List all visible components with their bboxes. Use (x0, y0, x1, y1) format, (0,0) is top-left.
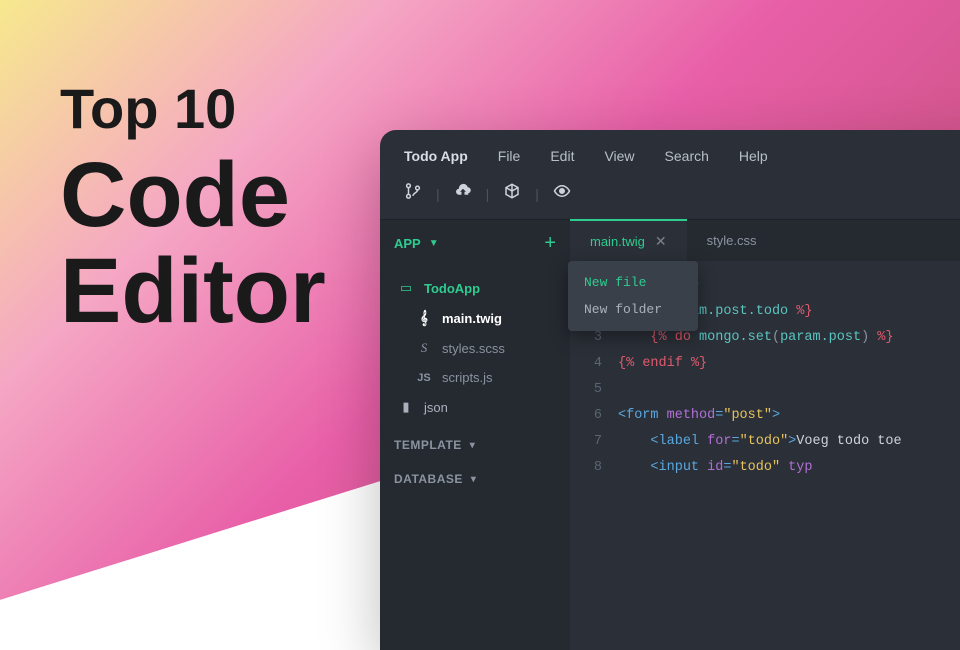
context-menu-item-new-file[interactable]: New file (568, 269, 698, 296)
tab-main-twig[interactable]: main.twig ✕ (570, 219, 687, 261)
folder-icon: ▮ (398, 399, 414, 415)
new-file-button[interactable]: + (544, 232, 556, 255)
tree-folder-root[interactable]: ▭ TodoApp (380, 273, 570, 303)
context-menu: New file New folder (568, 261, 698, 331)
menu-help[interactable]: Help (739, 148, 768, 164)
tree-file[interactable]: 𝄞 main.twig (380, 303, 570, 333)
code-line: <label for="todo">Voeg todo toe (618, 429, 960, 455)
sidebar: APP ▼ + ▭ TodoApp 𝄞 main.twig S styles.s… (380, 219, 570, 650)
editor-body: APP ▼ + ▭ TodoApp 𝄞 main.twig S styles.s… (380, 219, 960, 650)
sidebar-section-label: TEMPLATE (394, 438, 462, 452)
code-line: {% endif %} (618, 351, 960, 377)
caret-down-icon: ▾ (471, 474, 477, 485)
eye-icon[interactable] (553, 182, 571, 205)
toolbar-divider: | (436, 186, 440, 202)
menubar: Todo App File Edit View Search Help (380, 130, 960, 174)
sidebar-section[interactable]: TEMPLATE ▾ (380, 428, 570, 462)
tab-bar: main.twig ✕ style.css (570, 219, 960, 261)
js-icon: JS (416, 372, 432, 384)
close-icon[interactable]: ✕ (655, 233, 667, 250)
line-number: 5 (570, 377, 602, 403)
headline-line2b: Editor (60, 243, 326, 340)
app-name[interactable]: Todo App (404, 148, 468, 164)
line-number: 6 (570, 403, 602, 429)
folder-open-icon: ▭ (398, 280, 414, 296)
tab-style-css[interactable]: style.css (687, 220, 777, 261)
main-panel: main.twig ✕ style.css New file New folde… (570, 219, 960, 650)
sidebar-header-label: APP (394, 236, 421, 251)
tree-file[interactable]: S styles.scss (380, 333, 570, 363)
tree-folder[interactable]: ▮ json (380, 392, 570, 422)
code-line: <input id="todo" typ (618, 455, 960, 481)
toolbar: | | | (380, 174, 960, 219)
tree-folder-label: TodoApp (424, 281, 480, 296)
context-menu-item-new-folder[interactable]: New folder (568, 296, 698, 323)
editor-window: Todo App File Edit View Search Help | | … (380, 130, 960, 650)
headline-line2a: Code (60, 147, 326, 244)
caret-down-icon: ▼ (429, 238, 439, 249)
branch-icon[interactable] (404, 182, 422, 205)
sidebar-header[interactable]: APP ▼ + (380, 219, 570, 267)
tab-label: style.css (707, 233, 757, 248)
twig-icon: 𝄞 (416, 310, 432, 326)
sass-icon: S (416, 340, 432, 356)
line-number: 4 (570, 351, 602, 377)
headline: Top 10 Code Editor (60, 80, 326, 340)
tree-file[interactable]: JS scripts.js (380, 363, 570, 392)
line-number: 8 (570, 455, 602, 481)
cloud-upload-icon[interactable] (454, 182, 472, 205)
code-editor[interactable]: New file New folder 1 2 3 4 5 6 7 8 o Ap… (570, 261, 960, 650)
tab-label: main.twig (590, 234, 645, 249)
code-line (618, 377, 960, 403)
code-line: <form method="post"> (618, 403, 960, 429)
sidebar-section[interactable]: DATABASE ▾ (380, 462, 570, 496)
toolbar-divider: | (486, 186, 490, 202)
menu-view[interactable]: View (604, 148, 634, 164)
menu-search[interactable]: Search (665, 148, 709, 164)
menu-edit[interactable]: Edit (550, 148, 574, 164)
toolbar-divider: | (535, 186, 539, 202)
line-number: 7 (570, 429, 602, 455)
tree-file-label: styles.scss (442, 341, 505, 356)
tree-file-label: scripts.js (442, 370, 493, 385)
package-icon[interactable] (503, 182, 521, 205)
tree-file-label: main.twig (442, 311, 502, 326)
sidebar-section-label: DATABASE (394, 472, 463, 486)
headline-line1: Top 10 (60, 80, 326, 139)
menu-file[interactable]: File (498, 148, 521, 164)
caret-down-icon: ▾ (470, 440, 476, 451)
file-tree: ▭ TodoApp 𝄞 main.twig S styles.scss JS s… (380, 267, 570, 428)
tree-folder-label: json (424, 400, 448, 415)
